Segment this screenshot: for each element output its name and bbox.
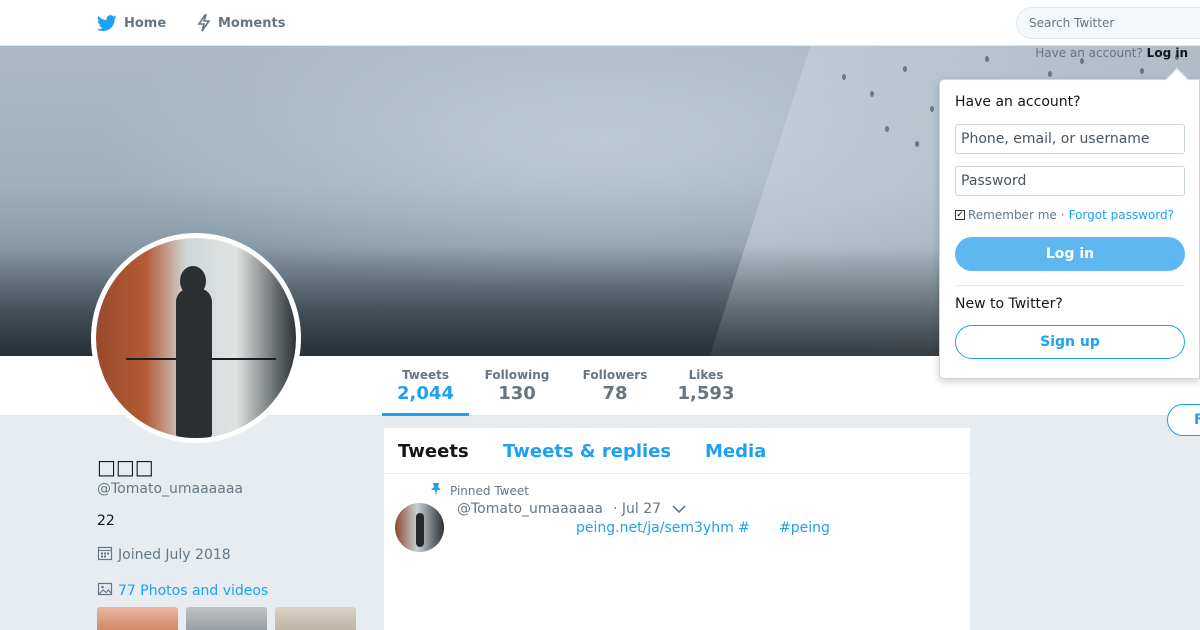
header-login-link[interactable]: Log in — [1147, 46, 1188, 60]
timeline-tabs: Tweets Tweets & replies Media — [384, 428, 970, 474]
media-thumbnail[interactable] — [97, 607, 178, 630]
photos-videos-label: 77 Photos and videos — [118, 583, 269, 599]
top-navigation: Home Moments Search Twitter — [0, 0, 1200, 46]
image-icon — [97, 581, 118, 601]
tab-media[interactable]: Media — [705, 441, 766, 462]
tweet-handle[interactable]: @Tomato_umaaaaaa — [457, 501, 603, 517]
stat-label: Following — [484, 368, 550, 382]
have-account-prompt: Have an account? Log in — [1035, 46, 1188, 60]
nav-home[interactable]: Home — [97, 0, 166, 46]
photos-videos-link[interactable]: 77 Photos and videos — [97, 581, 268, 601]
tweet-meta: @Tomato_umaaaaaa · Jul 27 — [457, 501, 687, 517]
chevron-down-icon[interactable] — [671, 504, 687, 514]
password-field[interactable]: Password — [955, 166, 1185, 196]
profile-display-name: □□□ — [97, 455, 154, 479]
profile-handle[interactable]: @Tomato_umaaaaaa — [97, 481, 243, 497]
profile-bio: 22 — [97, 513, 115, 529]
divider — [955, 285, 1185, 286]
stat-followers[interactable]: Followers 78 — [576, 356, 654, 416]
search-placeholder: Search Twitter — [1029, 16, 1115, 30]
username-placeholder: Phone, email, or username — [961, 131, 1150, 147]
forgot-password-link[interactable]: Forgot password? — [1069, 208, 1174, 222]
search-input[interactable]: Search Twitter — [1016, 7, 1200, 39]
tweet-avatar[interactable] — [395, 503, 444, 552]
stat-value: 78 — [602, 383, 628, 404]
tweet-date[interactable]: · Jul 27 — [613, 501, 661, 517]
password-placeholder: Password — [961, 173, 1027, 189]
stat-label: Likes — [688, 368, 724, 382]
stat-value: 1,593 — [677, 383, 735, 404]
profile-avatar[interactable] — [91, 233, 301, 443]
nav-home-label: Home — [124, 15, 167, 31]
timeline: Tweets Tweets & replies Media Pinned Twe… — [383, 427, 971, 630]
tab-tweets[interactable]: Tweets — [398, 441, 469, 462]
media-thumbnail[interactable] — [186, 607, 267, 630]
nav-moments-label: Moments — [218, 15, 286, 31]
profile-joined-text: Joined July 2018 — [118, 547, 231, 563]
stat-tweets[interactable]: Tweets 2,044 — [382, 356, 469, 416]
lightning-icon — [197, 14, 211, 32]
nav-moments[interactable]: Moments — [197, 0, 285, 46]
follow-button[interactable]: F — [1167, 404, 1200, 436]
pinned-tweet-label: Pinned Tweet — [430, 482, 529, 499]
login-dropdown: Have an account? Phone, email, or userna… — [939, 67, 1200, 379]
login-button-label: Log in — [1045, 246, 1095, 262]
stat-label: Tweets — [401, 368, 450, 382]
media-thumbnail[interactable] — [275, 607, 356, 630]
username-field[interactable]: Phone, email, or username — [955, 124, 1185, 154]
tweet-hashtag[interactable]: #peing — [779, 520, 830, 536]
twitter-bird-icon — [97, 14, 117, 32]
signup-button[interactable]: Sign up — [955, 325, 1185, 359]
profile-joined: Joined July 2018 — [97, 545, 231, 565]
stat-likes[interactable]: Likes 1,593 — [674, 356, 738, 416]
remember-me-row: ✓ Remember me · Forgot password? — [955, 208, 1174, 222]
follow-button-label: F — [1194, 412, 1200, 428]
stat-value: 130 — [498, 383, 536, 404]
tab-tweets-replies[interactable]: Tweets & replies — [503, 441, 671, 462]
pinned-text: Pinned Tweet — [450, 483, 529, 498]
signup-button-label: Sign up — [1040, 334, 1100, 350]
tweet-link[interactable]: peing.net/ja/sem3yhm # — [576, 520, 750, 536]
stat-label: Followers — [582, 368, 648, 382]
remember-me-checkbox[interactable]: ✓ — [955, 210, 965, 220]
have-account-text: Have an account? — [1035, 46, 1143, 60]
stat-value: 2,044 — [397, 383, 454, 404]
login-button[interactable]: Log in — [955, 237, 1185, 271]
new-to-twitter-text: New to Twitter? — [955, 296, 1063, 312]
pin-icon — [430, 482, 450, 499]
calendar-icon — [97, 545, 118, 565]
remember-me-label[interactable]: Remember me — [968, 208, 1057, 222]
stat-following[interactable]: Following 130 — [478, 356, 556, 416]
login-question: Have an account? — [955, 94, 1081, 110]
separator-dot: · — [1060, 208, 1065, 222]
